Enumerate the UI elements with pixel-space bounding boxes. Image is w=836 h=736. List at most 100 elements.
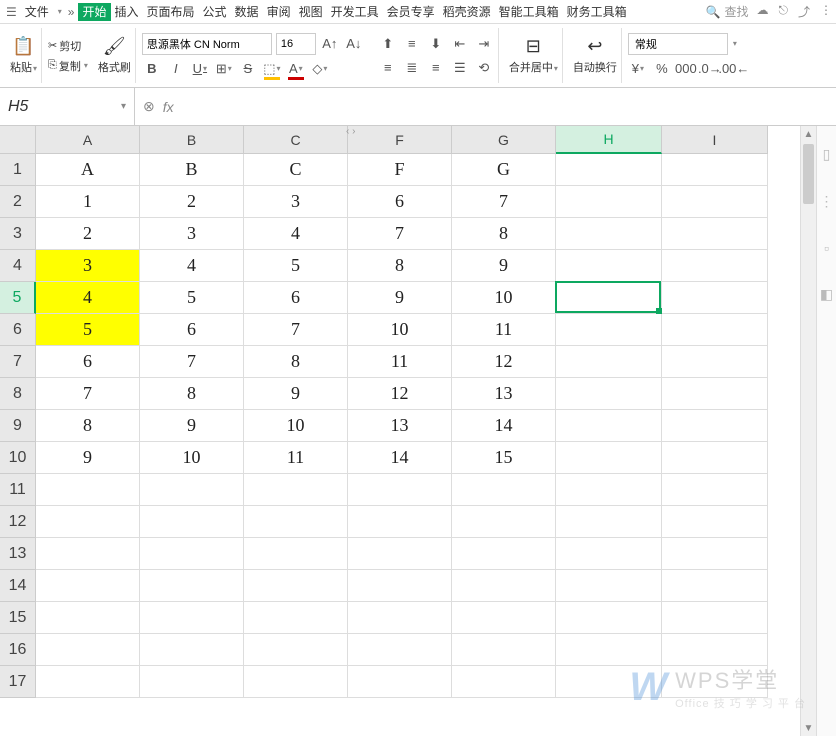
- wrap-text-button[interactable]: ↩ 自动换行: [573, 36, 617, 75]
- row-header[interactable]: 9: [0, 410, 36, 442]
- align-bottom-button[interactable]: ⬇: [426, 34, 446, 54]
- cell[interactable]: [662, 186, 768, 218]
- name-box-dropdown-icon[interactable]: ▾: [121, 101, 126, 112]
- notification-icon[interactable]: ⎋: [778, 3, 788, 20]
- cell[interactable]: [452, 666, 556, 698]
- scroll-down-icon[interactable]: ▼: [801, 720, 816, 736]
- menu-tab-10[interactable]: 智能工具箱: [495, 3, 563, 21]
- cell[interactable]: [36, 570, 140, 602]
- cell[interactable]: [556, 634, 662, 666]
- cloud-icon[interactable]: ☁: [756, 3, 768, 20]
- cell[interactable]: 4: [36, 282, 140, 314]
- merge-center-button[interactable]: ⊟ 合并居中▾: [509, 36, 558, 75]
- scrollbar-thumb[interactable]: [803, 144, 814, 204]
- cell[interactable]: [36, 602, 140, 634]
- italic-button[interactable]: I: [166, 59, 186, 79]
- row-header[interactable]: 15: [0, 602, 36, 634]
- cell[interactable]: 15: [452, 442, 556, 474]
- cell[interactable]: 8: [348, 250, 452, 282]
- cell[interactable]: 10: [348, 314, 452, 346]
- cell[interactable]: [36, 538, 140, 570]
- menu-tab-7[interactable]: 开发工具: [327, 3, 383, 21]
- cell[interactable]: [140, 506, 244, 538]
- cell[interactable]: 4: [140, 250, 244, 282]
- cell[interactable]: [556, 154, 662, 186]
- cell[interactable]: [662, 250, 768, 282]
- menu-tab-0[interactable]: 开始: [78, 3, 110, 21]
- cell[interactable]: 6: [348, 186, 452, 218]
- font-size-select[interactable]: [276, 33, 316, 55]
- cell[interactable]: [244, 602, 348, 634]
- strike-button[interactable]: S: [238, 59, 258, 79]
- row-header[interactable]: 10: [0, 442, 36, 474]
- cell[interactable]: 9: [140, 410, 244, 442]
- cell[interactable]: 4: [244, 218, 348, 250]
- cell[interactable]: [556, 250, 662, 282]
- row-header[interactable]: 14: [0, 570, 36, 602]
- cell[interactable]: 12: [452, 346, 556, 378]
- row-header[interactable]: 3: [0, 218, 36, 250]
- row-header[interactable]: 17: [0, 666, 36, 698]
- cell[interactable]: [244, 474, 348, 506]
- cell[interactable]: [140, 570, 244, 602]
- cell[interactable]: 1: [36, 186, 140, 218]
- cell[interactable]: [452, 634, 556, 666]
- cell[interactable]: 8: [452, 218, 556, 250]
- side-panel-icon-4[interactable]: ◧: [820, 286, 833, 303]
- align-right-button[interactable]: ≡: [426, 58, 446, 78]
- cell[interactable]: [662, 570, 768, 602]
- cell[interactable]: [244, 666, 348, 698]
- cell[interactable]: 6: [244, 282, 348, 314]
- orientation-button[interactable]: ⟲: [474, 58, 494, 78]
- decrease-font-button[interactable]: A↓: [344, 34, 364, 54]
- cell[interactable]: [556, 506, 662, 538]
- cell[interactable]: [348, 506, 452, 538]
- cell[interactable]: [662, 506, 768, 538]
- more-icon[interactable]: »: [66, 5, 77, 19]
- column-header[interactable]: G: [452, 126, 556, 154]
- menu-tab-3[interactable]: 公式: [199, 3, 231, 21]
- file-dropdown-icon[interactable]: ▾: [56, 7, 64, 16]
- cell[interactable]: [556, 346, 662, 378]
- increase-font-button[interactable]: A↑: [320, 34, 340, 54]
- align-top-button[interactable]: ⬆: [378, 34, 398, 54]
- cell[interactable]: [662, 634, 768, 666]
- comma-button[interactable]: 000: [676, 59, 696, 79]
- cell[interactable]: 8: [244, 346, 348, 378]
- cell[interactable]: 5: [244, 250, 348, 282]
- increase-decimal-button[interactable]: .0→: [700, 59, 720, 79]
- cell[interactable]: 14: [348, 442, 452, 474]
- cell[interactable]: B: [140, 154, 244, 186]
- cell[interactable]: [662, 218, 768, 250]
- cell[interactable]: 2: [36, 218, 140, 250]
- cell[interactable]: 10: [452, 282, 556, 314]
- cell[interactable]: 9: [452, 250, 556, 282]
- side-panel-icon-1[interactable]: ▯: [823, 146, 831, 163]
- format-painter-button[interactable]: 🖌 格式刷: [98, 36, 131, 75]
- cell[interactable]: [244, 538, 348, 570]
- cell[interactable]: [244, 506, 348, 538]
- cell[interactable]: 7: [244, 314, 348, 346]
- cell[interactable]: 9: [244, 378, 348, 410]
- cell[interactable]: [36, 474, 140, 506]
- side-panel-icon-2[interactable]: ⋮: [820, 193, 834, 210]
- menu-tab-2[interactable]: 页面布局: [143, 3, 199, 21]
- cell[interactable]: [556, 378, 662, 410]
- cell[interactable]: [662, 442, 768, 474]
- cell[interactable]: 7: [348, 218, 452, 250]
- cell[interactable]: 9: [348, 282, 452, 314]
- kebab-icon[interactable]: ⋮: [820, 3, 832, 20]
- cell[interactable]: 9: [36, 442, 140, 474]
- cell[interactable]: [140, 602, 244, 634]
- row-header[interactable]: 11: [0, 474, 36, 506]
- cell[interactable]: [348, 666, 452, 698]
- cell[interactable]: [556, 602, 662, 634]
- cell[interactable]: [662, 538, 768, 570]
- cell[interactable]: 5: [36, 314, 140, 346]
- cell[interactable]: 6: [36, 346, 140, 378]
- cell[interactable]: [244, 634, 348, 666]
- cell[interactable]: 10: [140, 442, 244, 474]
- cell[interactable]: [452, 570, 556, 602]
- side-panel-icon-3[interactable]: ▫: [824, 240, 829, 256]
- cell[interactable]: 12: [348, 378, 452, 410]
